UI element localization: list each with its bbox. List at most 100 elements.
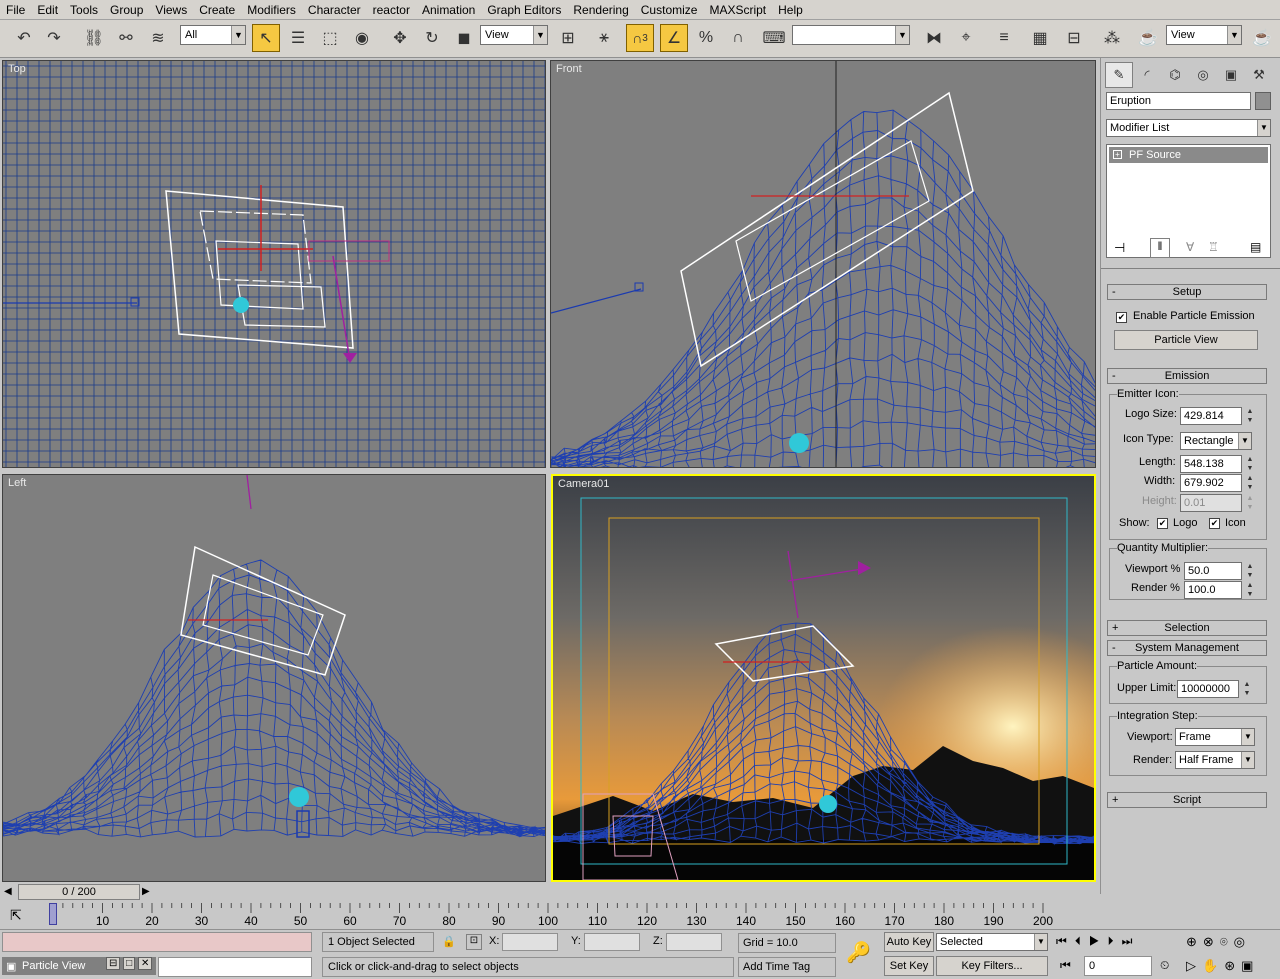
menu-create[interactable]: Create bbox=[193, 0, 241, 20]
length-field[interactable]: 548.138 bbox=[1180, 455, 1242, 473]
redo-icon[interactable]: ↷ bbox=[40, 24, 68, 52]
object-color-swatch[interactable] bbox=[1255, 92, 1271, 110]
edit-named-selection-icon[interactable]: ⌨ bbox=[760, 24, 788, 52]
timeline[interactable]: ⇱ 01020304050607080901001101201301401501… bbox=[0, 903, 1100, 929]
menu-edit[interactable]: Edit bbox=[31, 0, 64, 20]
select-by-name-icon[interactable]: ☰ bbox=[284, 24, 312, 52]
menu-customize[interactable]: Customize bbox=[635, 0, 704, 20]
remove-modifier-icon[interactable]: ♖ bbox=[1208, 240, 1219, 254]
percent-snap-icon[interactable]: % bbox=[692, 24, 720, 52]
upper-limit-field[interactable]: 10000000 bbox=[1177, 680, 1239, 698]
viewport-pct-field[interactable]: 50.0 bbox=[1184, 562, 1242, 580]
configure-sets-icon[interactable]: ▤ bbox=[1250, 240, 1261, 254]
icon-type-dropdown[interactable]: Rectangle ▼ bbox=[1180, 432, 1252, 450]
add-time-tag-button[interactable]: Add Time Tag bbox=[738, 957, 836, 977]
material-editor-icon[interactable]: ⁂ bbox=[1098, 24, 1126, 52]
menu-character[interactable]: Character bbox=[302, 0, 367, 20]
current-frame-marker[interactable] bbox=[49, 903, 57, 925]
maxscript-input[interactable] bbox=[158, 957, 312, 977]
display-tab-icon[interactable]: ▣ bbox=[1217, 62, 1245, 88]
menu-help[interactable]: Help bbox=[772, 0, 809, 20]
key-filter-selected-dropdown[interactable]: Selected ▼ bbox=[936, 933, 1048, 951]
maximize-icon[interactable]: □ bbox=[123, 957, 136, 970]
schematic-view-icon[interactable]: ⊟ bbox=[1060, 24, 1088, 52]
menu-group[interactable]: Group bbox=[104, 0, 149, 20]
script-rollout-header[interactable]: + Script bbox=[1107, 792, 1267, 808]
create-tab-icon[interactable]: ✎ bbox=[1105, 62, 1133, 88]
emission-rollout-header[interactable]: - Emission bbox=[1107, 368, 1267, 384]
show-logo-checkbox[interactable]: ✔ bbox=[1157, 518, 1168, 529]
show-end-result-icon[interactable]: ‖ bbox=[1150, 238, 1170, 258]
menu-file[interactable]: File bbox=[0, 0, 31, 20]
zoom-extents-icon[interactable]: ⌾ bbox=[1220, 934, 1234, 949]
menu-reactor[interactable]: reactor bbox=[367, 0, 416, 20]
key-filters-button[interactable]: Key Filters... bbox=[936, 956, 1048, 976]
viewport-top-label[interactable]: Top bbox=[8, 63, 26, 75]
viewport-camera[interactable]: Camera01 bbox=[551, 474, 1096, 882]
go-to-start-icon[interactable]: ⏮ bbox=[1056, 934, 1075, 948]
zoom-icon[interactable]: ⊕ bbox=[1186, 934, 1203, 949]
width-field[interactable]: 679.902 bbox=[1180, 474, 1242, 492]
scale-icon[interactable]: ◼ bbox=[450, 24, 478, 52]
logo-size-spinner[interactable]: ▲ ▼ bbox=[1245, 407, 1255, 425]
bind-space-warp-icon[interactable]: ≋ bbox=[144, 24, 172, 52]
go-to-end-icon[interactable]: ⏭ bbox=[1122, 934, 1141, 948]
quick-render-icon[interactable]: ☕ bbox=[1248, 24, 1276, 52]
render-pct-spinner[interactable]: ▲ ▼ bbox=[1245, 581, 1255, 599]
named-selection-dropdown[interactable]: ▼ bbox=[792, 25, 910, 45]
render-scene-icon[interactable]: ☕ bbox=[1134, 24, 1162, 52]
align-icon[interactable]: ⌖ bbox=[952, 24, 980, 52]
selection-rollout-header[interactable]: + Selection bbox=[1107, 620, 1267, 636]
viewport-front-label[interactable]: Front bbox=[556, 63, 582, 75]
pivot-center-icon[interactable]: ⊞ bbox=[554, 24, 582, 52]
next-frame-icon[interactable]: ⏵ bbox=[1108, 934, 1122, 948]
time-slider-prev-icon[interactable]: ◀ bbox=[4, 886, 12, 897]
selection-lock-icon[interactable]: 🔒 bbox=[442, 935, 456, 948]
pin-stack-icon[interactable]: ⊣ bbox=[1114, 240, 1125, 256]
minimize-icon[interactable]: ⊟ bbox=[106, 957, 121, 970]
reference-coordinate-dropdown[interactable]: View ▼ bbox=[480, 25, 548, 45]
stack-item-pf-source[interactable]: + PF Source bbox=[1109, 147, 1268, 163]
select-and-manipulate-icon[interactable]: ⚹ bbox=[590, 24, 618, 52]
viewport-left[interactable]: Left bbox=[2, 474, 546, 882]
upper-limit-spinner[interactable]: ▲ ▼ bbox=[1242, 680, 1252, 698]
render-pct-field[interactable]: 100.0 bbox=[1184, 581, 1242, 599]
x-coord-field[interactable] bbox=[502, 933, 558, 951]
zoom-all-icon[interactable]: ⊗ bbox=[1203, 934, 1220, 949]
integration-render-dropdown[interactable]: Half Frame ▼ bbox=[1175, 751, 1255, 769]
unlink-icon[interactable]: ⚯ bbox=[112, 24, 140, 52]
layer-manager-icon[interactable]: ≡ bbox=[990, 24, 1018, 52]
system-management-rollout-header[interactable]: - System Management bbox=[1107, 640, 1267, 656]
width-spinner[interactable]: ▲ ▼ bbox=[1245, 474, 1255, 492]
play-icon[interactable]: ▶ bbox=[1089, 934, 1108, 948]
menu-graph-editors[interactable]: Graph Editors bbox=[481, 0, 567, 20]
set-key-button[interactable]: Set Key bbox=[884, 956, 934, 976]
close-icon[interactable]: ✕ bbox=[138, 957, 153, 970]
menu-views[interactable]: Views bbox=[149, 0, 193, 20]
auto-key-button[interactable]: Auto Key bbox=[884, 932, 934, 952]
logo-size-field[interactable]: 429.814 bbox=[1180, 407, 1242, 425]
modify-tab-icon[interactable]: ◜ bbox=[1133, 62, 1161, 88]
menu-modifiers[interactable]: Modifiers bbox=[241, 0, 302, 20]
menu-rendering[interactable]: Rendering bbox=[567, 0, 634, 20]
menu-maxscript[interactable]: MAXScript bbox=[703, 0, 772, 20]
viewport-pct-spinner[interactable]: ▲ ▼ bbox=[1245, 562, 1255, 580]
viewport-camera-label[interactable]: Camera01 bbox=[558, 478, 609, 490]
mirror-icon[interactable]: ⧓ bbox=[920, 24, 948, 52]
key-mode-toggle-icon[interactable]: ⏮ bbox=[1060, 958, 1071, 973]
make-unique-icon[interactable]: ∀ bbox=[1186, 240, 1194, 254]
undo-icon[interactable]: ↶ bbox=[10, 24, 38, 52]
object-name-field[interactable]: Eruption bbox=[1106, 92, 1251, 110]
zoom-extents-all-icon[interactable]: ◎ bbox=[1234, 934, 1251, 949]
pan-icon[interactable]: ✋ bbox=[1202, 958, 1224, 973]
z-coord-field[interactable] bbox=[666, 933, 722, 951]
modifier-list-dropdown[interactable]: Modifier List ▼ bbox=[1106, 119, 1271, 137]
window-crossing-icon[interactable]: ◉ bbox=[348, 24, 376, 52]
utilities-tab-icon[interactable]: ⚒ bbox=[1245, 62, 1273, 88]
y-coord-field[interactable] bbox=[584, 933, 640, 951]
previous-frame-icon[interactable]: ⏴ bbox=[1075, 934, 1089, 948]
viewport-left-label[interactable]: Left bbox=[8, 477, 26, 489]
hierarchy-tab-icon[interactable]: ⌬ bbox=[1161, 62, 1189, 88]
spinner-snap-icon[interactable]: ∩ bbox=[724, 24, 752, 52]
render-view-dropdown[interactable]: View ▼ bbox=[1166, 25, 1242, 45]
